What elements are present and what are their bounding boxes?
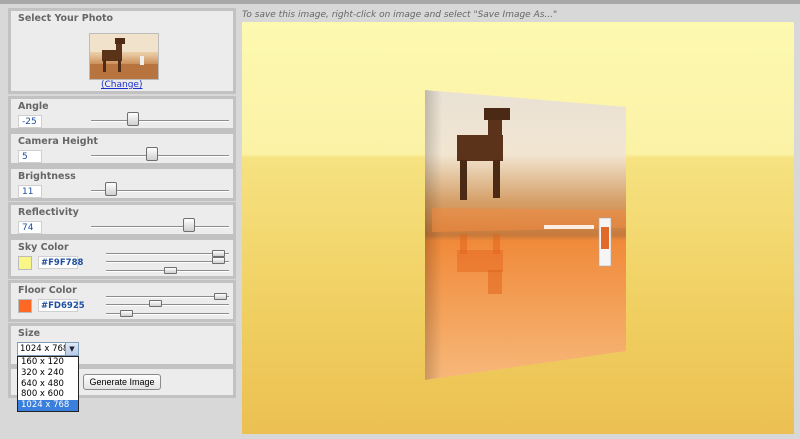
sky-hue-slider-thumb[interactable] [212, 250, 225, 257]
size-select[interactable]: 1024 x 768 ▼ [17, 342, 79, 356]
reflectivity-slider-track[interactable] [91, 226, 229, 228]
photo-thumbnail[interactable] [89, 33, 159, 80]
top-border [0, 0, 800, 4]
size-option-selected[interactable]: 1024 x 768 [18, 400, 78, 411]
trojan-horse-thumbnail-image [90, 34, 158, 79]
brightness-title: Brightness [18, 171, 76, 182]
settings-sidebar: Select Your Photo (Change) Angle -25 Cam… [8, 8, 236, 412]
reflected-photo-render [425, 90, 626, 380]
sky-color-panel: Sky Color #F9F788 [8, 237, 236, 279]
camera-height-panel: Camera Height 5 [8, 131, 236, 166]
camera-height-slider-track[interactable] [91, 155, 229, 157]
sky-hue-slider-track[interactable] [106, 253, 229, 255]
floor-color-title: Floor Color [18, 285, 77, 296]
size-select-value: 1024 x 768 [20, 344, 69, 354]
floor-color-panel: Floor Color #FD6925 [8, 280, 236, 322]
angle-slider-thumb[interactable] [127, 112, 139, 126]
sky-saturation-slider-track[interactable] [106, 261, 229, 263]
sky-color-swatch[interactable] [18, 256, 32, 270]
save-instructions: To save this image, right-click on image… [242, 10, 558, 20]
reflectivity-value[interactable]: 74 [18, 221, 42, 234]
reflectivity-title: Reflectivity [18, 207, 79, 218]
size-option[interactable]: 640 x 480 [18, 379, 78, 390]
sky-brightness-slider-thumb[interactable] [164, 267, 177, 274]
brightness-value[interactable]: 11 [18, 185, 42, 198]
angle-value[interactable]: -25 [18, 115, 42, 128]
select-photo-title: Select Your Photo [18, 13, 114, 24]
sky-color-title: Sky Color [18, 242, 69, 253]
camera-height-value[interactable]: 5 [18, 150, 42, 163]
floor-brightness-slider-thumb[interactable] [120, 310, 133, 317]
generated-image-preview[interactable] [242, 22, 794, 434]
camera-height-title: Camera Height [18, 136, 98, 147]
angle-slider-track[interactable] [91, 120, 229, 122]
floor-saturation-slider-thumb[interactable] [149, 300, 162, 307]
size-option[interactable]: 800 x 600 [18, 389, 78, 400]
floor-hue-slider-track[interactable] [106, 296, 229, 298]
brightness-panel: Brightness 11 [8, 166, 236, 201]
floor-saturation-slider-track[interactable] [106, 304, 229, 306]
floor-color-swatch[interactable] [18, 299, 32, 313]
size-title: Size [18, 328, 41, 339]
size-option[interactable]: 320 x 240 [18, 368, 78, 379]
change-photo-link[interactable]: (Change) [101, 80, 142, 90]
size-option[interactable]: 160 x 120 [18, 357, 78, 368]
generate-image-button[interactable]: Generate Image [83, 374, 161, 390]
angle-panel: Angle -25 [8, 96, 236, 131]
floor-color-hex[interactable]: #FD6925 [38, 299, 85, 312]
sky-saturation-slider-thumb[interactable] [212, 257, 225, 264]
camera-height-slider-thumb[interactable] [146, 147, 158, 161]
floor-hue-slider-thumb[interactable] [214, 293, 227, 300]
angle-title: Angle [18, 101, 49, 112]
reflectivity-slider-thumb[interactable] [183, 218, 195, 232]
chevron-down-icon[interactable]: ▼ [65, 343, 78, 355]
brightness-slider-thumb[interactable] [105, 182, 117, 196]
select-photo-panel: Select Your Photo (Change) [8, 8, 236, 94]
size-dropdown-list: 160 x 120 320 x 240 640 x 480 800 x 600 … [17, 356, 79, 412]
reflectivity-panel: Reflectivity 74 [8, 202, 236, 237]
sky-color-hex[interactable]: #F9F788 [38, 256, 83, 269]
